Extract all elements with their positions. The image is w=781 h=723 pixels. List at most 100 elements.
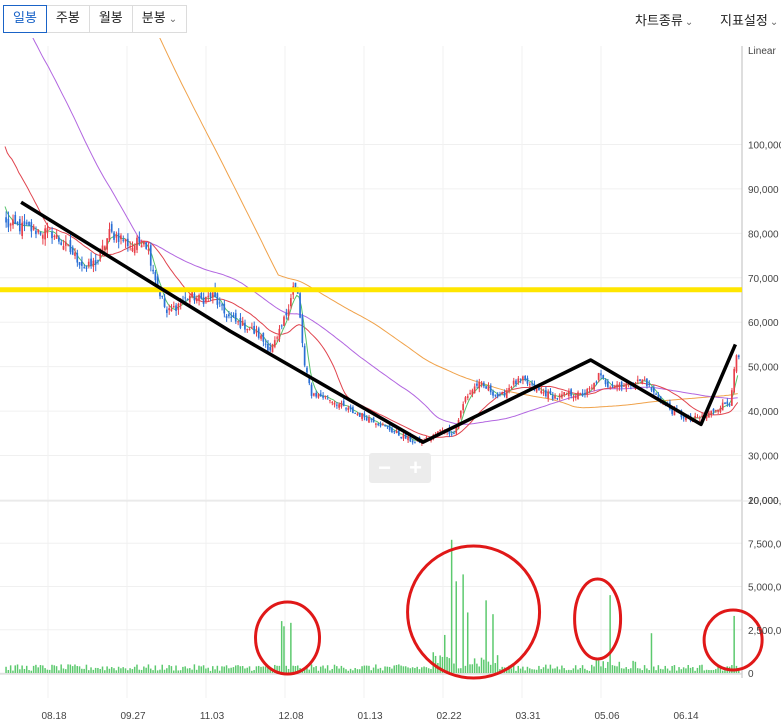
volume-bar	[664, 665, 666, 673]
candle-body	[106, 238, 108, 250]
volume-bar	[648, 670, 650, 673]
volume-bar	[469, 664, 471, 673]
volume-bar	[7, 670, 10, 673]
volume-bar	[448, 658, 451, 673]
volume-bar	[317, 670, 320, 673]
volume-bar	[361, 666, 363, 673]
volume-bar	[487, 661, 490, 673]
tab-daily[interactable]: 일봉	[3, 5, 47, 33]
volume-bar	[379, 667, 382, 673]
candle-body	[90, 258, 92, 266]
candle-body	[14, 214, 17, 224]
chart-type-menu[interactable]: 차트종류 ⌄	[635, 10, 693, 29]
volume-bar	[161, 664, 163, 673]
candle-body	[53, 235, 56, 237]
candle-body	[255, 330, 258, 333]
volume-bar	[425, 667, 428, 673]
candle-body	[379, 424, 382, 427]
candle-body	[287, 309, 290, 316]
volume-bar	[402, 666, 405, 673]
candle-body	[478, 382, 481, 389]
candle-body	[113, 232, 115, 240]
candle-body	[588, 388, 591, 390]
indicator-settings-menu[interactable]: 지표설정 ⌄	[720, 10, 778, 29]
candle-body	[384, 424, 386, 426]
volume-bar	[682, 667, 685, 673]
zoom-out-button[interactable]: −	[369, 453, 400, 483]
candle-body	[133, 245, 136, 253]
candle-body	[21, 222, 23, 237]
volume-bar	[595, 659, 598, 673]
candle-body	[694, 415, 696, 418]
volume-bar	[444, 634, 446, 673]
candle-body	[138, 236, 141, 243]
volume-bar	[515, 670, 517, 673]
volume-bar	[675, 670, 678, 673]
volume-bar	[140, 669, 143, 673]
volume-bar	[177, 670, 180, 673]
volume-bar	[251, 670, 253, 673]
candle-body	[620, 381, 623, 388]
candle-body	[126, 238, 129, 247]
candle-body	[191, 291, 193, 297]
candle-body	[542, 392, 545, 394]
volume-bar	[489, 664, 492, 673]
volume-tick-label: 7,500,000	[748, 539, 781, 550]
tab-minute[interactable]: 분봉 ⌄	[131, 5, 188, 33]
tab-weekly[interactable]: 주봉	[45, 5, 90, 33]
volume-bar	[421, 667, 423, 673]
volume-bar	[517, 665, 519, 673]
stock-chart[interactable]: Linear 100,000 90,000 80,000 70,000 60,000 50,…	[0, 38, 781, 723]
chart-type-label: 차트종류	[635, 14, 683, 29]
volume-bar	[340, 665, 343, 673]
volume-bar	[198, 665, 200, 673]
candle-body	[411, 440, 414, 443]
volume-bar	[60, 664, 62, 673]
volume-bar	[147, 664, 150, 673]
date-tick-label: 08.18	[41, 711, 66, 722]
candle-body	[48, 228, 51, 230]
candle-body	[92, 260, 95, 267]
price-tick-label: 40,000	[748, 407, 779, 418]
candle-body	[577, 392, 579, 399]
volume-bar	[414, 667, 416, 673]
candle-body	[613, 385, 616, 387]
candle-body	[253, 325, 255, 334]
candle-body	[58, 237, 60, 242]
candle-body	[239, 318, 242, 328]
volume-circle	[406, 544, 542, 680]
volume-bar	[78, 666, 81, 673]
volume-bar	[669, 670, 671, 673]
volume-bar	[195, 669, 198, 673]
volume-bar	[55, 666, 58, 673]
tab-monthly[interactable]: 월봉	[88, 5, 133, 33]
candle-body	[103, 246, 106, 250]
volume-bar	[685, 668, 687, 673]
candle-body	[462, 404, 464, 411]
candle-body	[414, 441, 416, 443]
volume-bar	[209, 670, 212, 673]
volume-bar	[216, 665, 219, 673]
volume-bar	[37, 667, 39, 673]
candle-body	[400, 436, 402, 438]
volume-bar	[485, 600, 487, 673]
volume-bar	[453, 663, 455, 673]
volume-bar	[618, 661, 621, 673]
candle-body	[30, 222, 33, 232]
volume-bar	[319, 666, 322, 673]
candle-body	[554, 395, 556, 399]
volume-bar	[604, 667, 607, 673]
volume-bar	[540, 669, 542, 673]
volume-bar	[21, 665, 23, 673]
candle-body	[358, 412, 361, 417]
candle-body	[326, 398, 329, 400]
volume-bar	[411, 667, 414, 673]
volume-bar	[689, 667, 692, 673]
volume-bar	[460, 668, 462, 673]
zoom-in-button[interactable]: +	[400, 453, 431, 483]
candle-body	[365, 417, 368, 421]
candle-body	[244, 322, 246, 330]
volume-bar	[331, 668, 333, 673]
candle-body	[110, 224, 113, 232]
volume-bar	[207, 667, 209, 673]
